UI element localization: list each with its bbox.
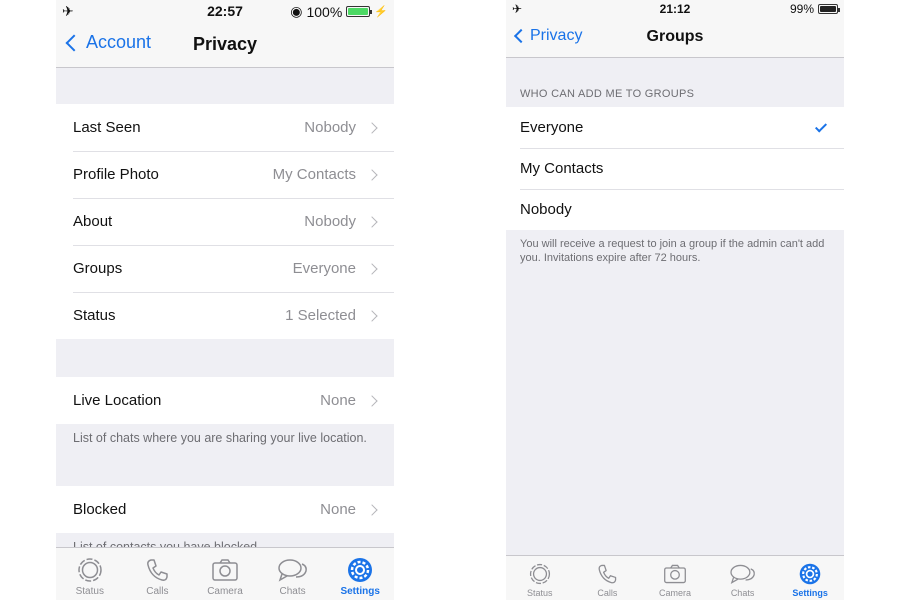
chat-bubbles-icon <box>277 559 307 582</box>
battery-percent: 99% <box>789 2 814 16</box>
row-about[interactable]: About Nobody <box>56 198 394 245</box>
camera-icon <box>664 564 686 584</box>
orientation-lock-icon: ◉ <box>290 3 303 19</box>
row-label: Live Location <box>73 392 162 409</box>
tab-settings[interactable]: Settings <box>776 556 844 600</box>
option-label: Everyone <box>520 119 584 136</box>
live-location-footer: List of chats where you are sharing your… <box>73 431 367 445</box>
tab-status[interactable]: Status <box>56 548 124 600</box>
gear-icon <box>348 558 373 582</box>
privacy-screen: ✈ 22:57 ◉ 100% ⚡ Account Privacy Last Se… <box>56 0 394 600</box>
row-label: Blocked <box>73 501 127 518</box>
row-value: Everyone <box>292 260 356 277</box>
tab-calls[interactable]: Calls <box>124 548 192 600</box>
tab-label: Camera <box>207 586 243 597</box>
option-everyone[interactable]: Everyone <box>506 107 844 148</box>
row-label: Status <box>73 307 116 324</box>
row-label: Last Seen <box>73 119 141 136</box>
charging-icon: ⚡ <box>374 6 388 18</box>
row-label: Groups <box>73 260 123 277</box>
row-last-seen[interactable]: Last Seen Nobody <box>56 104 394 151</box>
row-blocked[interactable]: Blocked None <box>56 486 394 533</box>
row-groups[interactable]: Groups Everyone <box>56 245 394 292</box>
tab-label: Settings <box>340 586 380 597</box>
group-add-options: Everyone My Contacts Nobody <box>506 107 844 230</box>
row-live-location[interactable]: Live Location None <box>56 377 394 424</box>
row-label: About <box>73 213 113 230</box>
phone-icon <box>147 559 169 581</box>
gear-icon <box>799 563 821 585</box>
tab-label: Calls <box>146 586 169 597</box>
row-profile-photo[interactable]: Profile Photo My Contacts <box>56 151 394 198</box>
option-label: My Contacts <box>520 160 604 177</box>
camera-icon <box>212 559 238 581</box>
row-value: 1 Selected <box>285 307 356 324</box>
blocked-group: Blocked None <box>56 486 394 533</box>
chevron-right-icon <box>366 121 378 134</box>
battery-icon <box>346 6 373 17</box>
option-label: Nobody <box>520 201 572 218</box>
tab-chats[interactable]: Chats <box>709 556 777 600</box>
tab-camera[interactable]: Camera <box>191 548 259 600</box>
battery-percent: 100% <box>306 3 343 20</box>
tab-label: Calls <box>597 588 618 598</box>
tab-status[interactable]: Status <box>506 556 574 600</box>
page-title: Privacy <box>192 34 258 54</box>
tab-label: Chats <box>730 588 755 598</box>
privacy-settings-list: Last Seen Nobody Profile Photo My Contac… <box>56 104 394 339</box>
status-icon <box>78 558 102 582</box>
chevron-right-icon <box>366 215 378 228</box>
chevron-right-icon <box>366 394 378 407</box>
chat-bubbles-icon <box>729 564 755 584</box>
row-value: None <box>320 501 356 518</box>
groups-footer: You will receive a request to join a gro… <box>520 238 825 264</box>
row-status[interactable]: Status 1 Selected <box>56 292 394 339</box>
nav-bar: Account Privacy <box>56 22 394 68</box>
tab-label: Camera <box>658 588 691 598</box>
groups-screen: ✈ 21:12 99% Privacy Groups WHO CAN ADD M… <box>506 0 844 600</box>
row-value: My Contacts <box>272 166 356 183</box>
chevron-right-icon <box>366 168 378 181</box>
status-bar: ✈ 21:12 99% <box>506 0 844 18</box>
row-label: Profile Photo <box>73 166 159 183</box>
tab-settings[interactable]: Settings <box>326 548 394 600</box>
tab-label: Status <box>75 586 104 597</box>
live-location-group: Live Location None <box>56 377 394 424</box>
status-bar: ✈ 22:57 ◉ 100% ⚡ <box>56 0 394 22</box>
page-title: Groups <box>646 28 704 45</box>
phone-icon <box>598 564 617 584</box>
chevron-right-icon <box>366 262 378 275</box>
tab-label: Status <box>527 588 553 598</box>
tab-label: Chats <box>279 586 306 597</box>
battery-icon <box>818 4 840 14</box>
section-header: WHO CAN ADD ME TO GROUPS <box>520 88 695 100</box>
tab-label: Settings <box>792 588 828 598</box>
chevron-right-icon <box>366 503 378 516</box>
tab-chats[interactable]: Chats <box>259 548 327 600</box>
chevron-right-icon <box>366 309 378 322</box>
tab-calls[interactable]: Calls <box>574 556 642 600</box>
option-my-contacts[interactable]: My Contacts <box>506 148 844 189</box>
status-icon <box>529 563 550 585</box>
tab-bar: Status Calls Camera Chats Settings <box>506 555 844 600</box>
row-value: Nobody <box>304 119 356 136</box>
option-nobody[interactable]: Nobody <box>506 189 844 230</box>
tab-camera[interactable]: Camera <box>641 556 709 600</box>
row-value: None <box>320 392 356 409</box>
tab-bar: Status Calls Camera Chats Settings <box>56 547 394 600</box>
nav-bar: Privacy Groups <box>506 18 844 58</box>
row-value: Nobody <box>304 213 356 230</box>
